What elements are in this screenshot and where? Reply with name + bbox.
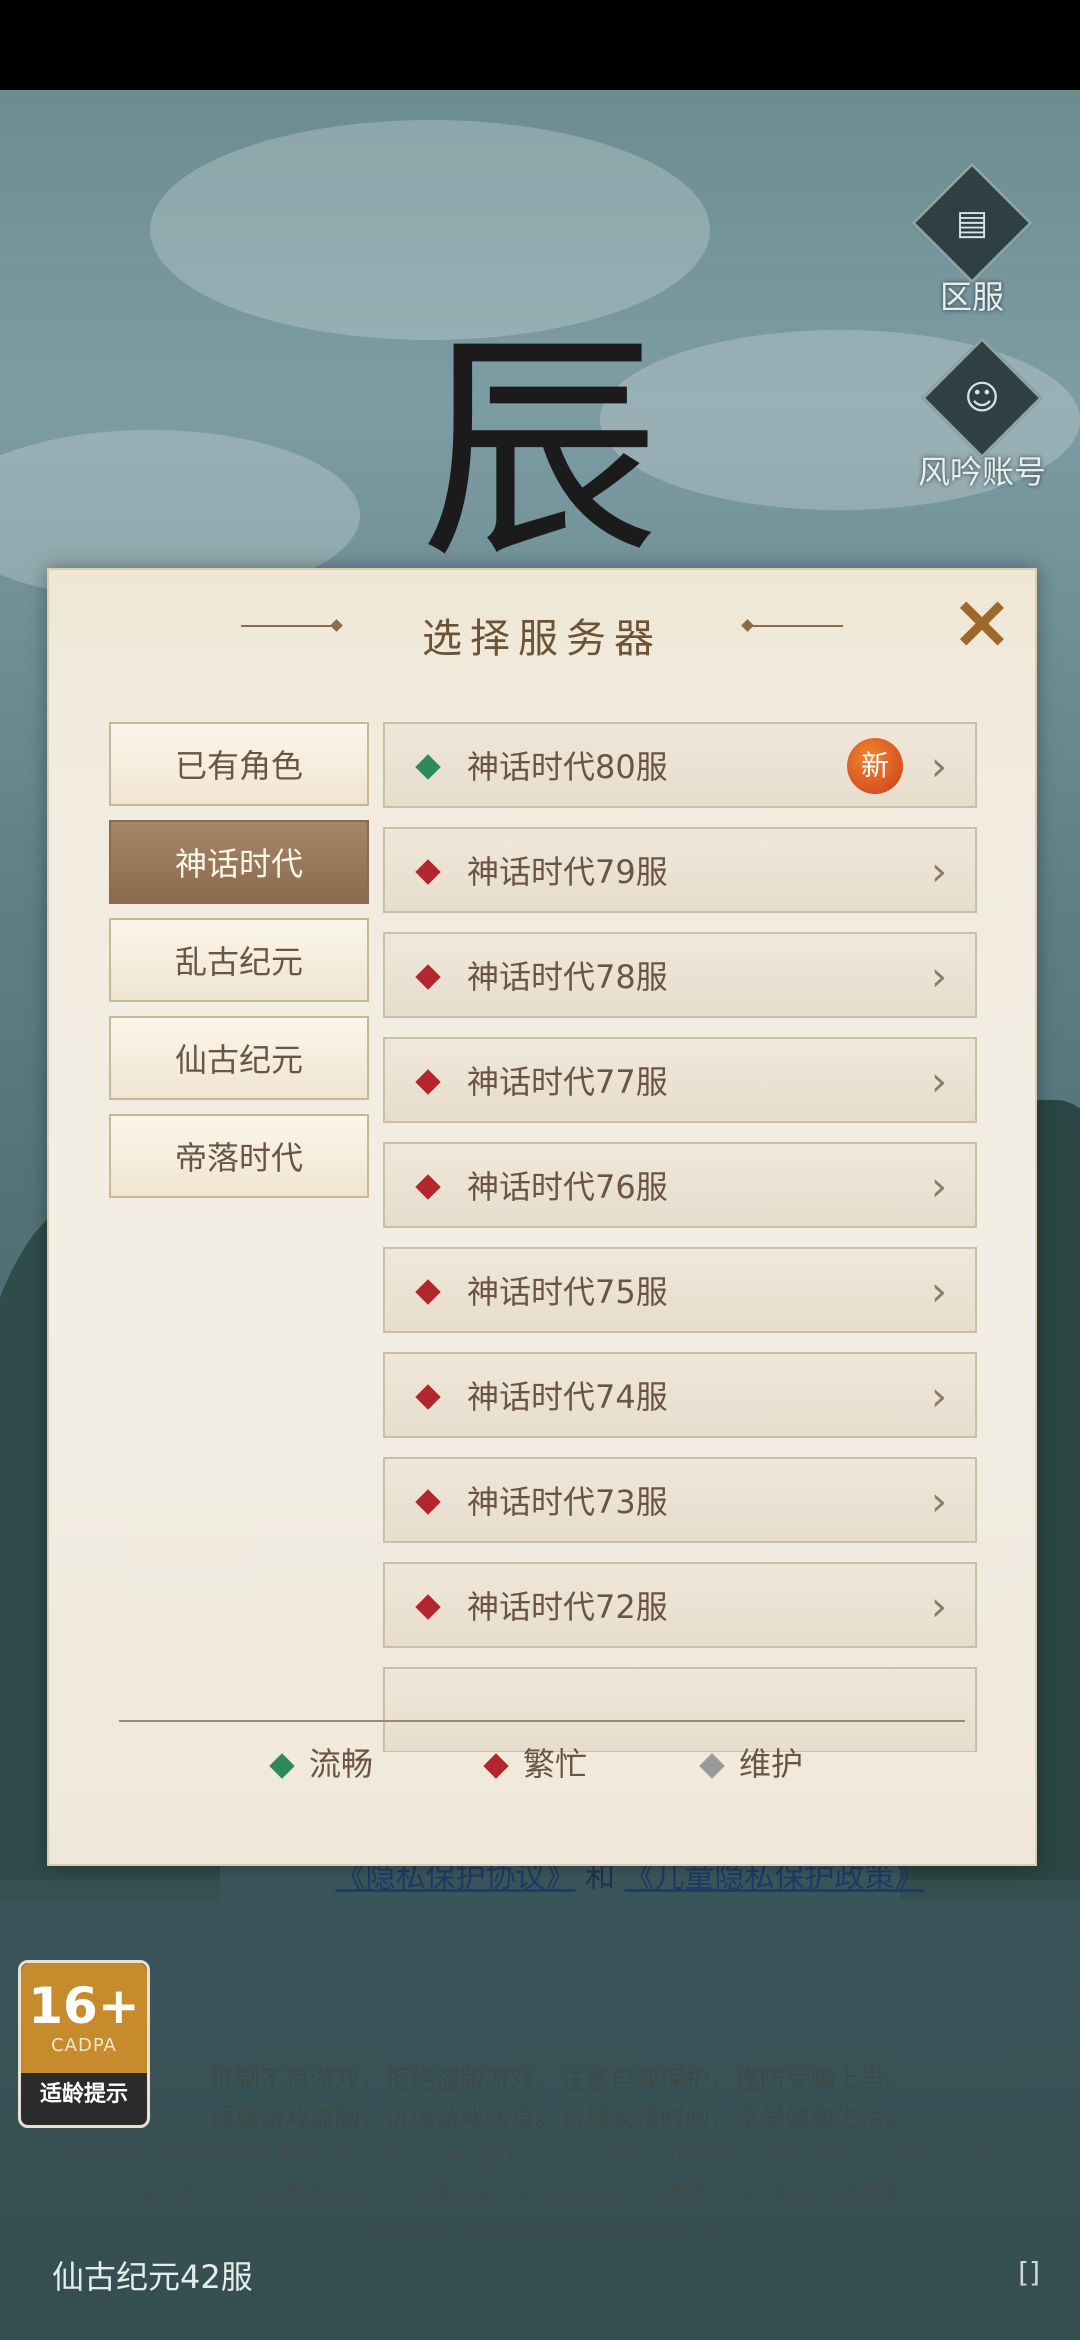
server-status-icon <box>415 1174 441 1200</box>
server-list-icon: ▤ <box>911 162 1033 284</box>
server-status-icon <box>415 754 441 780</box>
legend-diamond-icon <box>483 1753 509 1779</box>
background-cloud <box>150 120 710 340</box>
age-rating-number: 16+ <box>28 1977 140 2035</box>
close-x-icon[interactable]: ✕ <box>947 590 1017 660</box>
chevron-right-icon: › <box>931 1374 947 1420</box>
game-info-line: 游戏名称：辰东群侠传 审批文号：新广出审【2017】10379号 出版物号：IS… <box>59 2146 1021 2170</box>
chevron-right-icon: › <box>931 954 947 1000</box>
server-name: 神话时代78服 <box>467 958 668 996</box>
server-row-partial[interactable] <box>383 1667 977 1752</box>
server-name: 神话时代72服 <box>467 1588 668 1626</box>
server-row[interactable]: 神话时代77服 › <box>383 1037 977 1123</box>
server-status-icon <box>415 1384 441 1410</box>
chevron-right-icon: › <box>931 1584 947 1630</box>
chevron-right-icon: › <box>931 1269 947 1315</box>
game-logo-calligraphy: 辰 <box>420 310 661 590</box>
new-server-badge: 新 <box>847 738 903 794</box>
server-row[interactable]: 神话时代80服 新 › <box>383 722 977 808</box>
age-rating-org: CADPA <box>51 2035 117 2056</box>
category-tab[interactable]: 已有角色 <box>109 722 369 806</box>
title-ornament-right <box>747 625 843 627</box>
legend-diamond-icon <box>699 1753 725 1779</box>
server-row[interactable]: 神话时代76服 › <box>383 1142 977 1228</box>
dialog-title: 选择服务器 <box>422 616 662 662</box>
legend-diamond-icon <box>269 1753 295 1779</box>
server-row[interactable]: 神话时代79服 › <box>383 827 977 913</box>
server-name: 神话时代77服 <box>467 1063 668 1101</box>
category-tab[interactable]: 帝落时代 <box>109 1114 369 1198</box>
legend-item: 流畅 <box>269 1740 374 1788</box>
chevron-right-icon: › <box>931 849 947 895</box>
user-icon: ☺ <box>921 337 1043 459</box>
status-bar <box>0 0 1080 90</box>
age-rating-badge[interactable]: 16+ CADPA 适龄提示 <box>18 1960 150 2128</box>
server-row[interactable]: 神话时代74服 › <box>383 1352 977 1438</box>
server-row[interactable]: 神话时代72服 › <box>383 1562 977 1648</box>
server-name: 神话时代74服 <box>467 1378 668 1416</box>
login-screen: 辰 ▤ 区服 ☺ 风吟账号 《隐私保护协议》 和 《儿童隐私保护政策》 16+ … <box>0 0 1080 2340</box>
server-status-icon <box>415 859 441 885</box>
legend-label: 流畅 <box>309 1745 374 1783</box>
server-status-icon <box>415 1489 441 1515</box>
server-row[interactable]: 神话时代75服 › <box>383 1247 977 1333</box>
server-row[interactable]: 神话时代73服 › <box>383 1457 977 1543</box>
game-info-line: 著作权人：成都星阅辰石文化发展有限公司 出版单位：成都盈众九州网络科技有限公司 <box>137 2182 943 2206</box>
current-server-label[interactable]: 仙古纪元42服 <box>52 2252 253 2298</box>
game-info-line: 运营单位：成都龙游网络科技有限公司 <box>361 2218 719 2242</box>
legend-label: 繁忙 <box>523 1745 588 1783</box>
server-name: 神话时代80服 <box>467 748 668 786</box>
server-status-icon <box>415 1069 441 1095</box>
category-tab[interactable]: 乱古纪元 <box>109 918 369 1002</box>
chevron-right-icon: › <box>931 1479 947 1525</box>
chevron-right-icon: › <box>931 1059 947 1105</box>
chevron-right-icon: › <box>931 1164 947 1210</box>
server-name: 神话时代75服 <box>467 1273 668 1311</box>
server-status-icon <box>415 964 441 990</box>
server-row[interactable]: 神话时代78服 › <box>383 932 977 1018</box>
account-side-button[interactable]: ☺ 风吟账号 <box>912 337 1052 493</box>
bracket-icon: [] <box>1018 2256 1040 2289</box>
chevron-right-icon: › <box>931 744 947 790</box>
server-name: 神话时代76服 <box>467 1168 668 1206</box>
health-notice-line: 抵制不良游戏，拒绝盗版游戏。注意自我保护，谨防受骗上当。 <box>209 2065 910 2094</box>
age-tip-label: 适龄提示 <box>39 2082 128 2107</box>
health-notice-line: 适度游戏益脑，沉迷游戏伤身。合理安排时间，享受健康生活。 <box>209 2103 910 2132</box>
server-status-icon <box>415 1594 441 1620</box>
legend-label: 维护 <box>739 1745 804 1783</box>
category-tab[interactable]: 神话时代 <box>109 820 369 904</box>
category-tab[interactable]: 仙古纪元 <box>109 1016 369 1100</box>
server-select-dialog: 选择服务器 ✕ 已有角色 神话时代 乱古纪元 仙古纪元 帝落时代 神话时代80服新 › 神话… <box>47 568 1037 1866</box>
server-side-button[interactable]: ▤ 区服 <box>911 162 1033 318</box>
server-list[interactable]: 神话时代80服新 › 神话时代79服 › 神话时代78服 › 神话时代77服 › 神话时代76服… <box>383 722 983 1752</box>
legend-divider <box>119 1720 965 1722</box>
legend-item: 维护 <box>699 1740 804 1788</box>
server-status-icon <box>415 1279 441 1305</box>
legend-item: 繁忙 <box>483 1740 588 1788</box>
server-name: 神话时代73服 <box>467 1483 668 1521</box>
server-name: 神话时代79服 <box>467 853 668 891</box>
